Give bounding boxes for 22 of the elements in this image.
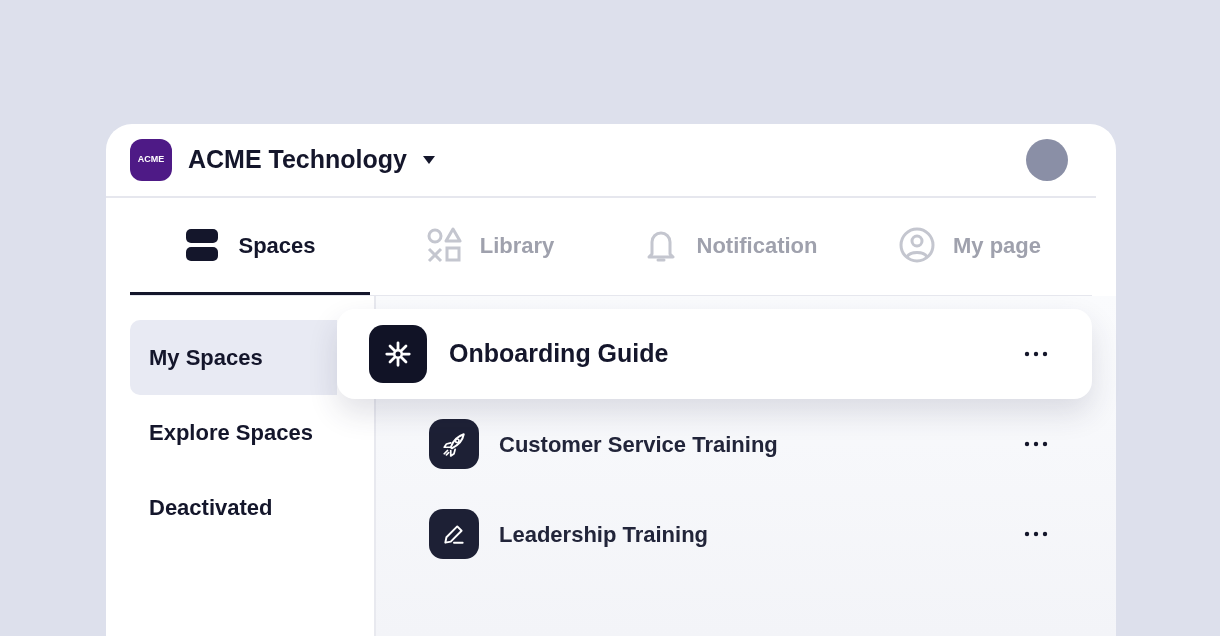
caret-icon[interactable]: [423, 156, 435, 164]
more-icon: [1024, 441, 1048, 447]
shapes-icon: [425, 227, 462, 263]
sparkle-icon: [383, 339, 413, 369]
more-icon: [1024, 531, 1048, 537]
user-icon: [899, 227, 935, 263]
space-row[interactable]: Leadership Training: [376, 489, 1092, 579]
sidebar-item[interactable]: Deactivated: [130, 470, 337, 545]
company-logo: ACME: [130, 139, 172, 181]
rocket-icon: [441, 431, 467, 457]
more-icon: [1024, 351, 1048, 357]
avatar[interactable]: [1026, 139, 1068, 181]
space-card[interactable]: Onboarding Guide: [337, 309, 1092, 399]
space-title: Leadership Training: [499, 520, 709, 549]
stack-icon: [184, 227, 221, 263]
space-row[interactable]: Customer Service Training: [376, 399, 1092, 489]
sidebar-item[interactable]: My Spaces: [130, 320, 337, 395]
space-title: Onboarding Guide: [449, 338, 669, 370]
sidebar-item[interactable]: Explore Spaces: [130, 395, 337, 470]
nav-tab[interactable]: Spaces: [130, 198, 370, 295]
workspace-name[interactable]: ACME Technology: [188, 141, 407, 179]
space-title: Customer Service Training: [499, 430, 778, 459]
